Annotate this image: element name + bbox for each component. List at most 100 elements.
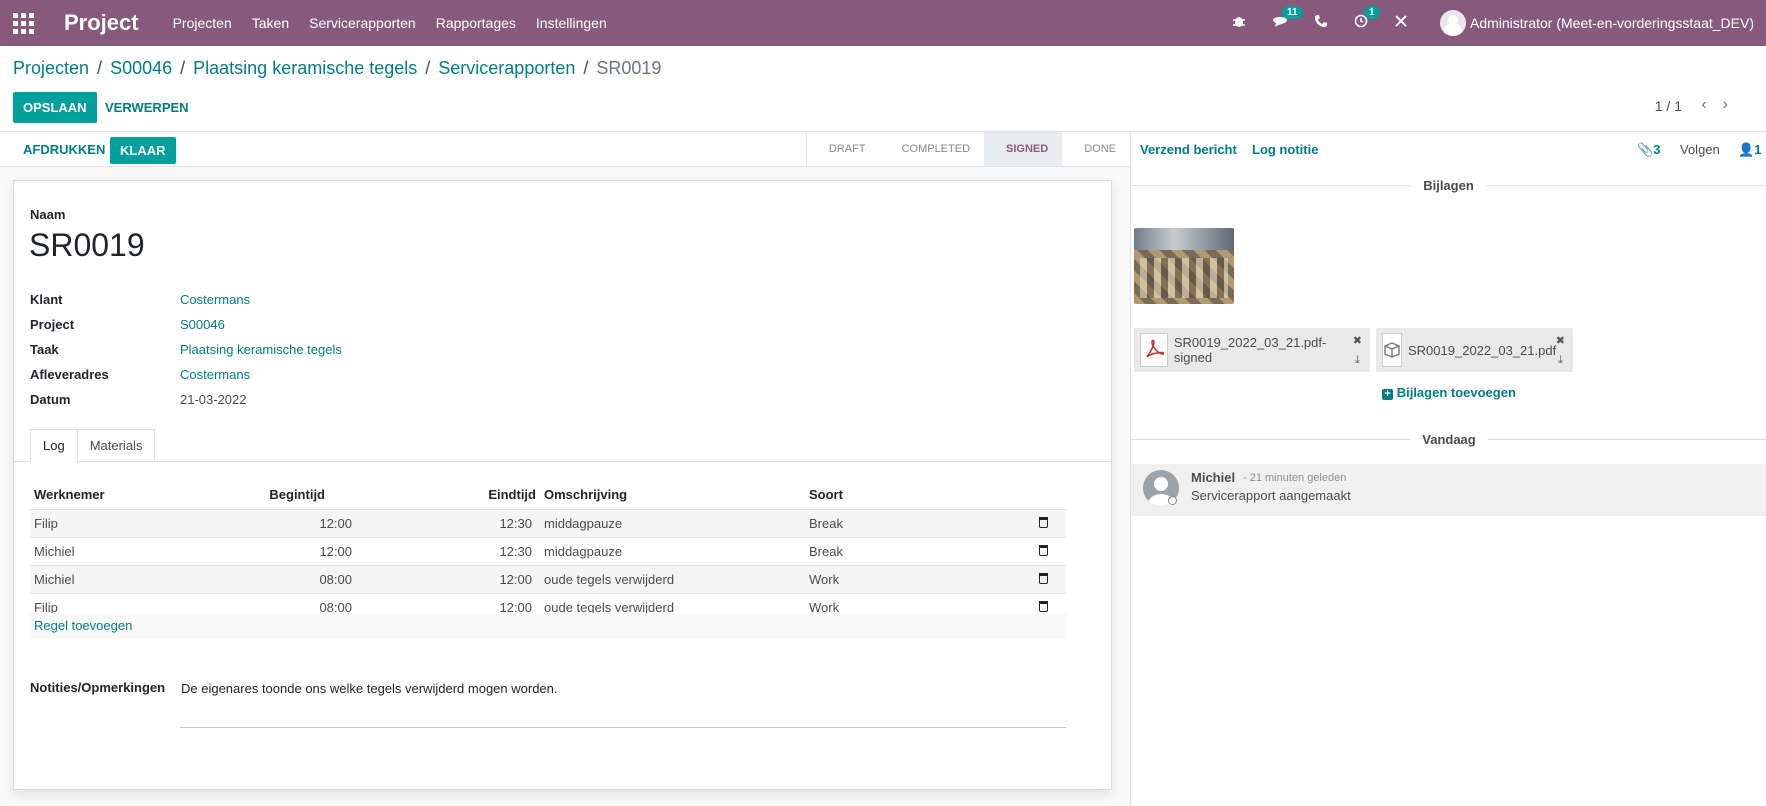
pager-value[interactable]: 1 / 1 — [1655, 98, 1682, 114]
close-icon[interactable]: ✖ — [1556, 332, 1565, 351]
stage-done[interactable]: DONE — [1062, 132, 1130, 166]
field-label: Datum — [30, 392, 71, 407]
col-werknemer[interactable]: Werknemer — [30, 481, 210, 510]
name-label: Naam — [30, 207, 66, 222]
menu-item-taken[interactable]: Taken — [252, 15, 289, 31]
bug-icon[interactable] — [1232, 14, 1246, 32]
stage-completed[interactable]: COMPLETED — [880, 132, 984, 166]
menu-item-instellingen[interactable]: Instellingen — [536, 15, 607, 31]
attachment-filename: SR0019_2022_03_21.pdf-signed — [1173, 335, 1327, 365]
message-date: - 21 minuten geleden — [1243, 472, 1347, 484]
field-datum: Datum 21-03-2022 — [30, 387, 342, 412]
top-navbar: Project Projecten Taken Servicerapporten… — [0, 0, 1766, 46]
tools-icon[interactable] — [1394, 14, 1408, 32]
close-icon[interactable]: ✖ — [1353, 332, 1362, 351]
chatter-message[interactable]: Michiel - 21 minuten geleden Servicerapp… — [1131, 464, 1766, 516]
field-label: Project — [30, 317, 75, 332]
field-label: Klant — [30, 292, 63, 307]
trash-icon[interactable] — [1039, 572, 1048, 584]
stage-signed[interactable]: SIGNED — [984, 132, 1063, 166]
apps-menu-icon[interactable] — [12, 12, 34, 34]
follow-button[interactable]: Volgen — [1680, 142, 1720, 157]
breadcrumb-project[interactable]: S00046 — [110, 58, 172, 79]
pager-arrows: ‹› — [1701, 96, 1744, 114]
breadcrumb-servicerapporten[interactable]: Servicerapporten — [438, 58, 575, 79]
field-afleveradres: Afleveradres Costermans — [30, 362, 342, 387]
print-button[interactable]: AFDRUKKEN — [23, 142, 105, 157]
attachment-image-thumbnail[interactable] — [1134, 228, 1234, 304]
stage-draft[interactable]: DRAFT — [807, 132, 880, 166]
control-panel: Projecten / S00046 / Plaatsing keramisch… — [0, 46, 1766, 132]
info-fields: Klant Costermans Project S00046 Taak Pla… — [30, 287, 342, 412]
attachments-divider: Bijlagen — [1131, 168, 1766, 202]
add-attachments-button[interactable]: + Bijlagen toevoegen — [1131, 385, 1766, 400]
table-row[interactable]: Filip 12:00 12:30 middagpauze Break — [30, 508, 1066, 537]
datum-value[interactable]: 21-03-2022 — [180, 392, 247, 407]
add-line-row: Regel toevoegen — [30, 613, 1066, 639]
afleveradres-link[interactable]: Costermans — [180, 367, 250, 382]
notes-field[interactable]: De eigenares toonde ons welke tegels ver… — [181, 681, 558, 696]
save-button[interactable]: OPSLAAN — [13, 92, 97, 123]
field-label: Taak — [30, 342, 59, 357]
menu-item-servicerapporten[interactable]: Servicerapporten — [309, 15, 416, 31]
activities-badge: 1 — [1364, 6, 1380, 19]
field-project: Project S00046 — [30, 312, 342, 337]
breadcrumb-current: SR0019 — [596, 58, 662, 78]
col-begintijd[interactable]: Begintijd — [210, 481, 360, 510]
field-taak: Taak Plaatsing keramische tegels — [30, 337, 342, 362]
download-icon[interactable]: ⤓ — [1556, 351, 1565, 370]
trash-icon[interactable] — [1039, 600, 1048, 612]
log-table: Werknemer Begintijd Eindtijd Omschrijvin… — [30, 481, 1066, 621]
notebook-tabs: Log Materials — [30, 429, 156, 462]
attachment-file[interactable]: SR0019_2022_03_21.pdf-signed ✖ ⤓ — [1134, 328, 1370, 372]
table-row[interactable]: Michiel 08:00 12:00 oude tegels verwijde… — [30, 564, 1066, 593]
table-row[interactable]: Michiel 12:00 12:30 middagpauze Break — [30, 536, 1066, 565]
col-omschrijving[interactable]: Omschrijving — [540, 481, 805, 510]
trash-icon[interactable] — [1039, 516, 1048, 528]
klant-link[interactable]: Costermans — [180, 292, 250, 307]
send-message-button[interactable]: Verzend bericht — [1140, 142, 1237, 157]
messages-badge: 11 — [1282, 6, 1303, 19]
download-icon[interactable]: ⤓ — [1353, 351, 1362, 370]
phone-icon[interactable] — [1314, 14, 1328, 32]
discard-button[interactable]: VERWERPEN — [105, 100, 189, 115]
systray: 11 1 Administrator (Meet-en-vorderingsst… — [1206, 0, 1754, 46]
project-link[interactable]: S00046 — [180, 317, 225, 332]
attachments-count-button[interactable]: 📎3 — [1637, 142, 1660, 158]
menu-item-projecten[interactable]: Projecten — [173, 15, 232, 31]
taak-link[interactable]: Plaatsing keramische tegels — [180, 342, 342, 357]
add-line-link[interactable]: Regel toevoegen — [34, 618, 132, 633]
today-divider: Vandaag — [1131, 422, 1766, 456]
log-note-button[interactable]: Log notitie — [1252, 142, 1318, 157]
pdf-icon — [1140, 333, 1168, 367]
chatter-panel: Verzend bericht Log notitie 📎3 Volgen 👤1… — [1130, 132, 1766, 806]
col-eindtijd[interactable]: Eindtijd — [360, 481, 540, 510]
trash-icon[interactable] — [1039, 544, 1048, 556]
attachment-file[interactable]: SR0019_2022_03_21.pdf ✖ ⤓ — [1376, 328, 1573, 372]
user-avatar[interactable] — [1440, 10, 1466, 36]
done-button[interactable]: KLAAR — [110, 137, 176, 164]
tab-materials[interactable]: Materials — [76, 429, 156, 462]
field-klant: Klant Costermans — [30, 287, 342, 312]
breadcrumb: Projecten / S00046 / Plaatsing keramisch… — [13, 58, 662, 79]
app-brand[interactable]: Project — [64, 10, 139, 36]
field-label: Afleveradres — [30, 367, 109, 382]
user-menu[interactable]: Administrator (Meet-en-vorderingsstaat_D… — [1470, 15, 1754, 31]
activities-clock-icon[interactable]: 1 — [1354, 6, 1380, 32]
message-author[interactable]: Michiel — [1191, 470, 1235, 485]
notes-label: Notities/Opmerkingen — [30, 680, 166, 695]
messages-icon[interactable]: 11 — [1272, 6, 1303, 32]
message-body: Servicerapport aangemaakt — [1191, 488, 1351, 503]
chevron-right-icon[interactable]: › — [1723, 96, 1744, 113]
record-name[interactable]: SR0019 — [29, 227, 145, 264]
menu-item-rapportages[interactable]: Rapportages — [436, 15, 516, 31]
chevron-left-icon[interactable]: ‹ — [1701, 96, 1722, 113]
tab-log[interactable]: Log — [30, 429, 78, 462]
breadcrumb-projecten[interactable]: Projecten — [13, 58, 89, 79]
followers-button[interactable]: 👤1 — [1738, 142, 1761, 158]
user-icon: 👤 — [1738, 142, 1755, 157]
col-soort[interactable]: Soort — [805, 481, 905, 510]
breadcrumb-task[interactable]: Plaatsing keramische tegels — [193, 58, 417, 79]
presence-status-icon — [1168, 496, 1177, 505]
plus-square-icon: + — [1382, 389, 1394, 400]
